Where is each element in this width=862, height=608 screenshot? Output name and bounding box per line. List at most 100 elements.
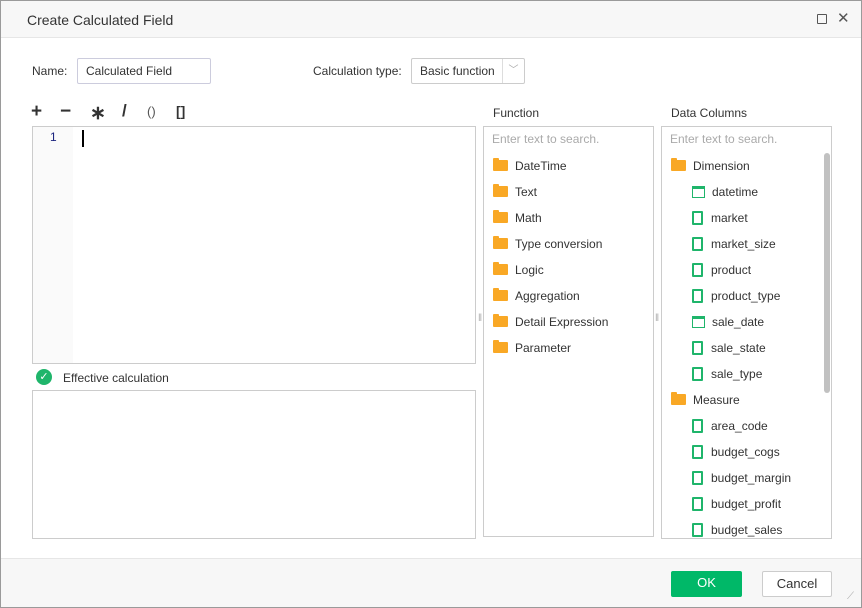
item-label: area_code bbox=[711, 419, 768, 433]
column-group[interactable]: Dimension bbox=[671, 156, 750, 176]
result-area bbox=[32, 390, 476, 539]
item-label: DateTime bbox=[515, 159, 567, 173]
columns-search-input[interactable]: Enter text to search. bbox=[661, 126, 832, 152]
item-label: sale_type bbox=[711, 367, 763, 381]
item-label: sale_date bbox=[712, 315, 765, 329]
folder-icon bbox=[493, 184, 508, 198]
column-item[interactable]: budget_cogs bbox=[692, 442, 780, 462]
item-label: budget_sales bbox=[711, 523, 783, 537]
item-label: product bbox=[711, 263, 752, 277]
close-icon[interactable]: ✕ bbox=[837, 9, 850, 27]
file-icon bbox=[692, 496, 703, 511]
column-item[interactable]: budget_margin bbox=[692, 468, 791, 488]
file-icon bbox=[692, 522, 703, 537]
line-gutter bbox=[33, 127, 73, 363]
resize-handle[interactable]: ⟋ bbox=[847, 591, 854, 602]
folder-icon bbox=[493, 314, 508, 328]
cancel-button[interactable]: Cancel bbox=[762, 571, 832, 597]
item-label: datetime bbox=[712, 185, 759, 199]
minus-button[interactable]: − bbox=[60, 101, 71, 123]
parens-button[interactable]: () bbox=[147, 104, 156, 119]
maximize-icon[interactable] bbox=[817, 14, 827, 24]
divide-button[interactable]: / bbox=[122, 101, 127, 121]
check-circle-icon: ✓ bbox=[36, 369, 52, 385]
multiply-button[interactable]: ∗ bbox=[90, 102, 106, 125]
folder-icon bbox=[493, 288, 508, 302]
column-item[interactable]: product_type bbox=[692, 286, 780, 306]
function-category-item[interactable]: Math bbox=[493, 208, 542, 228]
ok-button[interactable]: OK bbox=[671, 571, 742, 597]
calc-type-value: Basic function bbox=[420, 64, 495, 78]
file-icon bbox=[692, 210, 703, 225]
create-calculated-field-dialog: Create Calculated Field ✕ Name: Calculat… bbox=[0, 0, 862, 608]
function-category-item[interactable]: Detail Expression bbox=[493, 312, 608, 332]
column-item[interactable]: market bbox=[692, 208, 748, 228]
item-label: Parameter bbox=[515, 341, 572, 355]
column-group[interactable]: Measure bbox=[671, 390, 740, 410]
column-item[interactable]: budget_profit bbox=[692, 494, 781, 514]
item-label: Text bbox=[515, 185, 538, 199]
function-category-item[interactable]: Logic bbox=[493, 260, 544, 280]
column-item[interactable]: area_code bbox=[692, 416, 768, 436]
folder-icon bbox=[493, 262, 508, 276]
file-icon bbox=[692, 418, 703, 433]
folder-icon bbox=[493, 236, 508, 250]
file-icon bbox=[692, 366, 703, 381]
scrollbar-thumb[interactable] bbox=[824, 153, 830, 393]
name-input[interactable]: Calculated Field bbox=[77, 58, 211, 84]
column-item[interactable]: market_size bbox=[692, 234, 776, 254]
file-icon bbox=[692, 444, 703, 459]
item-label: product_type bbox=[711, 289, 781, 303]
calendar-icon bbox=[692, 315, 705, 328]
file-icon bbox=[692, 262, 703, 277]
function-list: DateTime Text Math Type conversion Logic Aggr… bbox=[483, 151, 654, 537]
item-label: Math bbox=[515, 211, 542, 225]
status-text: Effective calculation bbox=[63, 371, 169, 385]
file-icon bbox=[692, 340, 703, 355]
column-item[interactable]: sale_date bbox=[692, 312, 764, 332]
item-label: budget_cogs bbox=[711, 445, 780, 459]
item-label: market bbox=[711, 211, 748, 225]
line-number: 1 bbox=[50, 130, 57, 144]
item-label: market_size bbox=[711, 237, 776, 251]
column-item[interactable]: product bbox=[692, 260, 751, 280]
function-category-item[interactable]: Parameter bbox=[493, 338, 571, 358]
item-label: budget_margin bbox=[711, 471, 792, 485]
file-icon bbox=[692, 288, 703, 303]
dialog-header: Create Calculated Field ✕ bbox=[1, 1, 861, 38]
function-category-item[interactable]: DateTime bbox=[493, 156, 567, 176]
calc-type-select[interactable]: Basic function ﹀ bbox=[411, 58, 525, 84]
columns-list: Dimension datetime market market_sizeproduc… bbox=[661, 151, 832, 539]
function-category-item[interactable]: Text bbox=[493, 182, 537, 202]
function-search-input[interactable]: Enter text to search. bbox=[483, 126, 654, 152]
splitter-handle[interactable]: ‖ bbox=[478, 313, 482, 324]
item-label: Type conversion bbox=[515, 237, 603, 251]
data-columns-title: Data Columns bbox=[671, 106, 748, 120]
item-label: Dimension bbox=[693, 159, 750, 173]
calendar-icon bbox=[692, 185, 705, 198]
formula-editor[interactable]: 1 bbox=[32, 126, 476, 364]
name-label: Name: bbox=[32, 64, 68, 78]
function-category-item[interactable]: Aggregation bbox=[493, 286, 580, 306]
file-icon bbox=[692, 236, 703, 251]
file-icon bbox=[692, 470, 703, 485]
column-item[interactable]: sale_state bbox=[692, 338, 766, 358]
calc-type-label: Calculation type: bbox=[313, 64, 402, 78]
column-item[interactable]: sale_type bbox=[692, 364, 762, 384]
folder-open-icon bbox=[671, 392, 686, 406]
function-title: Function bbox=[493, 106, 540, 120]
column-item[interactable]: datetime bbox=[692, 182, 758, 202]
column-item[interactable]: budget_sales bbox=[692, 520, 783, 538]
item-label: Measure bbox=[693, 393, 740, 407]
dialog-title: Create Calculated Field bbox=[27, 12, 174, 28]
splitter-handle[interactable]: ‖ bbox=[655, 313, 659, 324]
item-label: budget_profit bbox=[711, 497, 782, 511]
dialog-footer: OK Cancel ⟋ bbox=[1, 558, 861, 607]
folder-icon bbox=[493, 210, 508, 224]
function-category-item[interactable]: Type conversion bbox=[493, 234, 602, 254]
folder-icon bbox=[493, 340, 508, 354]
brackets-button[interactable]: [] bbox=[176, 103, 185, 119]
plus-button[interactable]: + bbox=[31, 101, 42, 123]
text-cursor bbox=[82, 130, 84, 147]
item-label: sale_state bbox=[711, 341, 766, 355]
